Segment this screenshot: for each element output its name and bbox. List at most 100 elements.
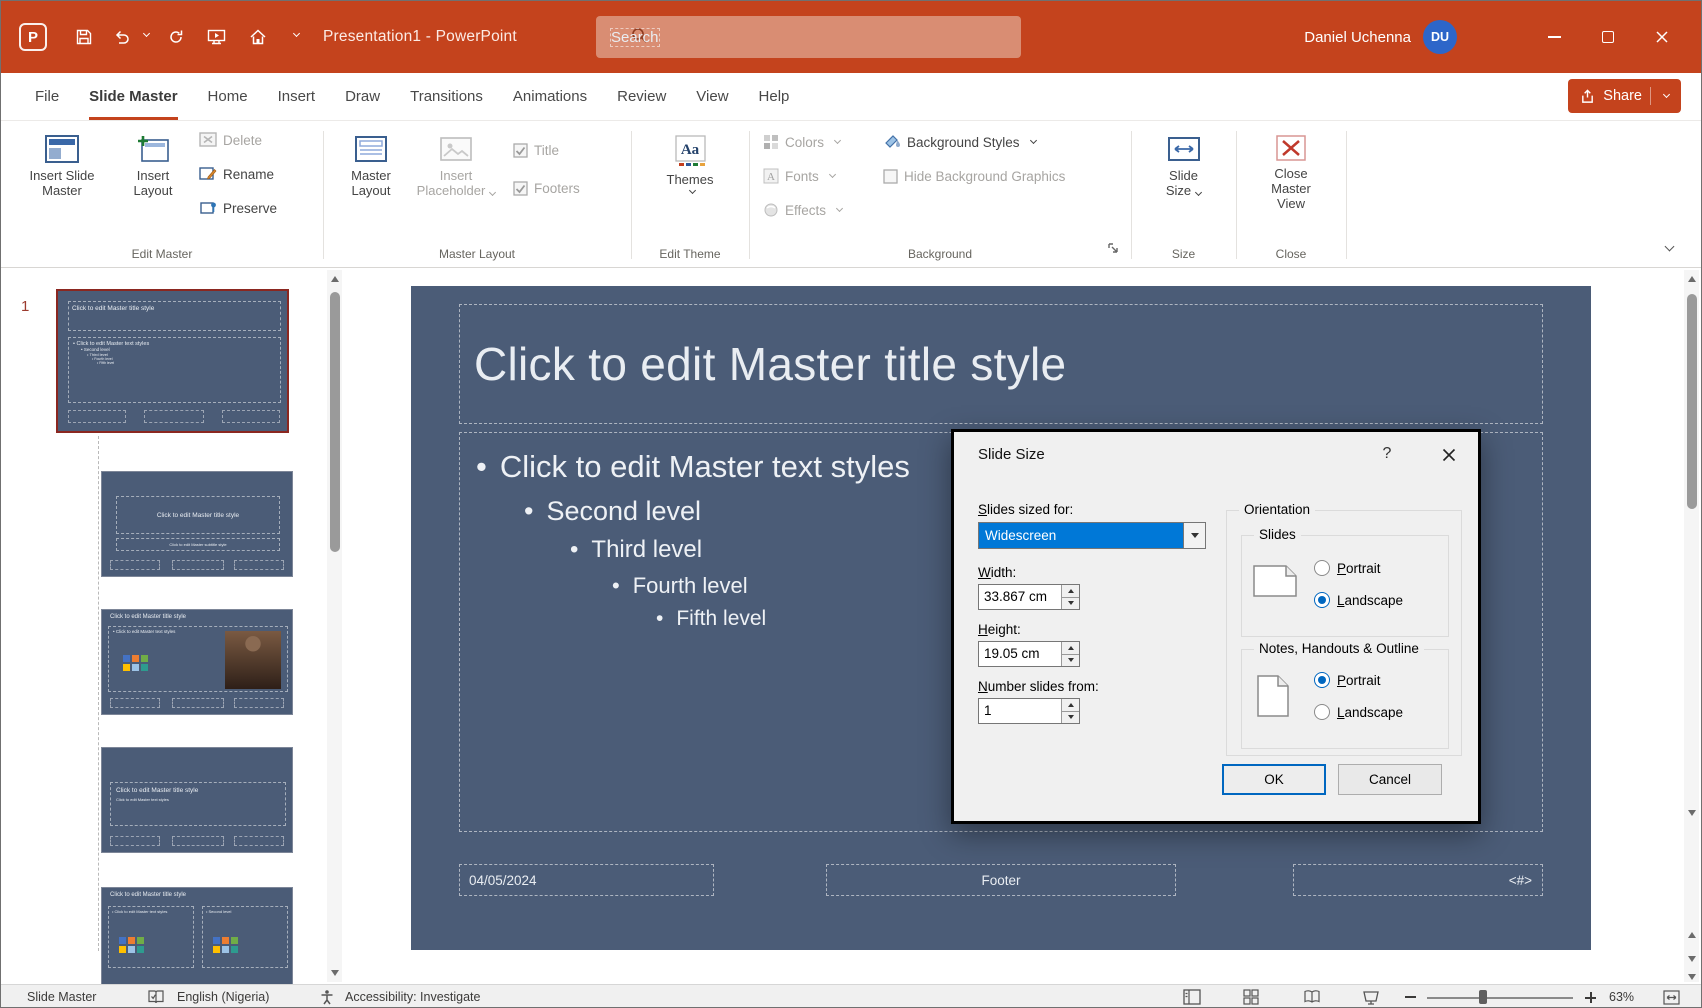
insert-layout-button[interactable]: Insert Layout — [117, 129, 189, 237]
themes-button[interactable]: Aa Themes — [646, 129, 734, 237]
number-spin-down-button[interactable] — [1062, 712, 1079, 724]
master-layout-button[interactable]: Master Layout — [333, 129, 409, 237]
zoom-out-button[interactable] — [1405, 985, 1416, 1008]
effects-button[interactable]: Effects — [763, 197, 842, 223]
user-name[interactable]: Daniel Uchenna — [1304, 1, 1411, 73]
width-spin-up-button[interactable] — [1062, 585, 1079, 598]
tab-view[interactable]: View — [696, 73, 728, 120]
layout-thumbnail-content-picture[interactable]: Click to edit Master title style Click t… — [101, 609, 293, 715]
maximize-button[interactable] — [1585, 1, 1631, 73]
delete-button[interactable]: Delete — [199, 127, 262, 153]
document-scrollbar[interactable] — [1684, 270, 1699, 982]
dialog-close-button[interactable] — [1436, 442, 1462, 468]
rename-button[interactable]: Rename — [199, 161, 274, 187]
undo-dropdown-chevron-icon[interactable] — [139, 34, 149, 36]
collapse-ribbon-button[interactable] — [1661, 237, 1673, 255]
zoom-in-button[interactable] — [1585, 985, 1596, 1008]
tab-transitions[interactable]: Transitions — [410, 73, 483, 120]
fit-slide-to-window-button[interactable] — [1663, 985, 1680, 1008]
zoom-level[interactable]: 63% — [1609, 985, 1634, 1008]
scrollbar-thumb[interactable] — [330, 292, 340, 552]
notes-portrait-option[interactable]: Portrait — [1314, 672, 1381, 688]
accessibility-status[interactable]: Accessibility: Investigate — [345, 985, 480, 1008]
ok-button[interactable]: OK — [1222, 764, 1326, 795]
close-master-view-button[interactable]: Close Master View — [1256, 129, 1326, 237]
scroll-up-icon[interactable] — [1688, 276, 1696, 282]
title-placeholder[interactable]: Click to edit Master title style — [459, 304, 1543, 424]
date-placeholder[interactable]: 04/05/2024 — [459, 864, 714, 896]
avatar[interactable]: DU — [1423, 20, 1457, 54]
minimize-button[interactable] — [1531, 1, 1577, 73]
footer-placeholder[interactable]: Footer — [826, 864, 1176, 896]
fonts-button[interactable]: A Fonts — [763, 163, 835, 189]
tab-draw[interactable]: Draw — [345, 73, 380, 120]
tab-slide-master[interactable]: Slide Master — [89, 73, 177, 120]
tab-insert[interactable]: Insert — [278, 73, 316, 120]
powerpoint-logo-icon[interactable]: P — [19, 23, 47, 51]
window-close-button[interactable] — [1639, 1, 1685, 73]
dropdown-arrow-button[interactable] — [1183, 523, 1205, 548]
undo-icon[interactable] — [113, 28, 131, 46]
preserve-button[interactable]: Preserve — [199, 195, 277, 221]
tab-help[interactable]: Help — [759, 73, 790, 120]
previous-slide-button[interactable] — [1688, 932, 1696, 938]
background-dialog-launcher[interactable] — [1107, 241, 1119, 259]
slide-size-button[interactable]: Slide Size — [1141, 129, 1226, 237]
scroll-up-icon[interactable] — [331, 276, 339, 282]
layout-thumbnail-title-slide[interactable]: Click to edit Master title style Click t… — [101, 471, 293, 577]
insert-slide-master-button[interactable]: Insert Slide Master — [11, 129, 113, 237]
number-slides-from-input[interactable]: 1 — [978, 698, 1080, 724]
spellcheck-icon[interactable] — [147, 985, 165, 1008]
slide-number-placeholder[interactable]: <#> — [1293, 864, 1543, 896]
title-checkbox[interactable]: Title — [513, 137, 559, 163]
scroll-down-icon[interactable] — [331, 970, 339, 976]
language-label[interactable]: English (Nigeria) — [177, 985, 269, 1008]
background-styles-button[interactable]: Background Styles — [883, 129, 1036, 155]
zoom-slider[interactable] — [1427, 997, 1573, 999]
scroll-down-icon[interactable] — [1688, 810, 1696, 816]
width-spin-down-button[interactable] — [1062, 598, 1079, 610]
thumbnail-scrollbar[interactable] — [327, 270, 342, 982]
redo-icon[interactable] — [167, 28, 185, 46]
colors-button[interactable]: Colors — [763, 129, 840, 155]
slides-landscape-option[interactable]: Landscape — [1314, 592, 1403, 608]
width-input[interactable]: 33.867 cm — [978, 584, 1080, 610]
share-button[interactable]: Share — [1568, 79, 1681, 113]
quick-access-toolbar-chevron-icon[interactable] — [289, 34, 299, 36]
thumb-content-placeholder: Second level — [202, 906, 288, 968]
normal-view-button[interactable] — [1183, 985, 1201, 1008]
zoom-slider-thumb[interactable] — [1479, 990, 1487, 1004]
tab-review[interactable]: Review — [617, 73, 666, 120]
height-spin-down-button[interactable] — [1062, 655, 1079, 667]
present-from-beginning-icon[interactable] — [207, 28, 226, 46]
search-input[interactable]: Search — [596, 16, 1021, 58]
footers-checkbox[interactable]: Footers — [513, 175, 580, 201]
insert-placeholder-button[interactable]: Insert Placeholder — [413, 129, 499, 237]
scroll-down-icon[interactable] — [1688, 974, 1696, 980]
thumb-body-placeholder: Click to edit Master text styles Second … — [68, 337, 281, 403]
tab-animations[interactable]: Animations — [513, 73, 587, 120]
dialog-help-button[interactable]: ? — [1376, 445, 1398, 463]
next-slide-button[interactable] — [1688, 956, 1696, 962]
layout-thumbnail-two-content[interactable]: Click to edit Master title style Click t… — [101, 887, 293, 984]
tab-home[interactable]: Home — [208, 73, 248, 120]
number-spin-up-button[interactable] — [1062, 699, 1079, 712]
reading-view-button[interactable] — [1303, 985, 1321, 1008]
checkbox-unchecked-icon — [883, 169, 898, 184]
scrollbar-thumb[interactable] — [1687, 294, 1697, 509]
checkbox-checked-icon — [513, 181, 528, 196]
layout-thumbnail-section[interactable]: Click to edit Master title style Click t… — [101, 747, 293, 853]
home-icon[interactable] — [249, 28, 267, 46]
height-spin-up-button[interactable] — [1062, 642, 1079, 655]
height-input[interactable]: 19.05 cm — [978, 641, 1080, 667]
tab-file[interactable]: File — [35, 73, 59, 120]
slide-sorter-view-button[interactable] — [1243, 985, 1259, 1008]
slides-sized-for-dropdown[interactable]: Widescreen — [978, 522, 1206, 549]
cancel-button[interactable]: Cancel — [1338, 764, 1442, 795]
hide-background-graphics-checkbox[interactable]: Hide Background Graphics — [883, 163, 1065, 189]
slideshow-view-button[interactable] — [1363, 985, 1379, 1008]
slides-portrait-option[interactable]: Portrait — [1314, 560, 1381, 576]
master-slide-thumbnail[interactable]: Click to edit Master title style Click t… — [56, 289, 289, 433]
notes-landscape-option[interactable]: Landscape — [1314, 704, 1403, 720]
save-icon[interactable] — [75, 28, 93, 46]
